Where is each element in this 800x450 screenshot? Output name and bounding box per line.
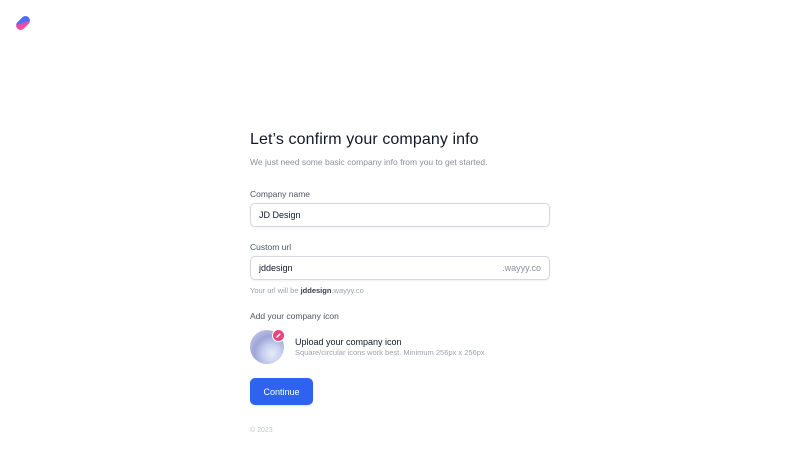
- custom-url-value: jddesign: [259, 263, 293, 273]
- company-name-input[interactable]: JD Design: [250, 203, 550, 227]
- edit-icon-button[interactable]: [272, 329, 285, 342]
- company-info-form: Let’s confirm your company info We just …: [250, 130, 550, 434]
- page-subtitle: We just need some basic company info fro…: [250, 157, 488, 167]
- pencil-icon: [276, 333, 281, 338]
- page-title: Let’s confirm your company info: [250, 131, 479, 148]
- hint-domain: .wayyy.co: [331, 286, 364, 295]
- upload-title: Upload your company icon: [295, 336, 402, 347]
- continue-button[interactable]: Continue: [250, 378, 313, 405]
- hint-subdomain: jddesign: [300, 286, 332, 295]
- company-icon-avatar[interactable]: [250, 329, 285, 364]
- company-name-value: JD Design: [259, 210, 301, 220]
- hint-prefix: Your url will be: [250, 286, 301, 295]
- upload-text: Upload your company icon Square/circular…: [295, 337, 485, 358]
- icon-upload-row[interactable]: Upload your company icon Square/circular…: [250, 329, 550, 364]
- upload-description: Square/circular icons work best. Minimum…: [295, 347, 485, 357]
- company-icon-label: Add your company icon: [250, 311, 339, 321]
- custom-url-hint: Your url will be jddesign.wayyy.co: [250, 286, 550, 296]
- custom-url-input[interactable]: jddesign .wayyy.co: [250, 256, 550, 280]
- custom-url-suffix: .wayyy.co: [502, 263, 541, 273]
- onboarding-page: Let’s confirm your company info We just …: [0, 0, 800, 450]
- brand-logo-icon[interactable]: [13, 13, 33, 33]
- company-name-label: Company name: [250, 189, 311, 199]
- custom-url-label: Custom url: [250, 242, 292, 252]
- copyright-text: © 2023: [250, 427, 273, 434]
